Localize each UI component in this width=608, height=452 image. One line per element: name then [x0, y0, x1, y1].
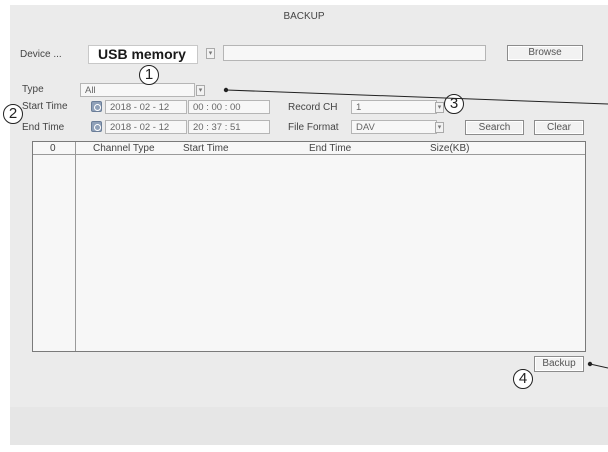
- leader-dot-1: [223, 87, 229, 93]
- leader-line-1: [225, 89, 608, 105]
- leader-dot-4: [587, 361, 593, 367]
- callout-leader-lines: [223, 87, 608, 369]
- leader-line-4: [589, 363, 608, 369]
